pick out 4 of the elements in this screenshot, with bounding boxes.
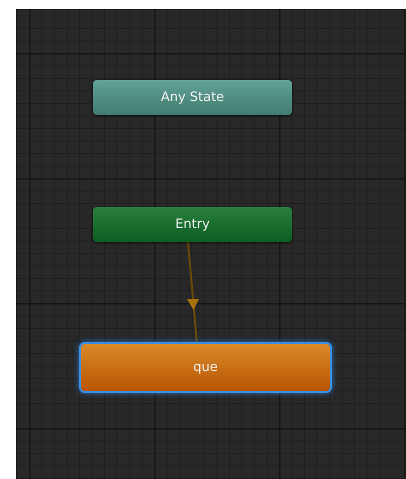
state-node[interactable]: Entry — [93, 207, 292, 242]
transition-arrow[interactable] — [187, 242, 199, 344]
state-node[interactable]: Any State — [93, 80, 292, 115]
state-node[interactable]: que — [81, 344, 330, 391]
